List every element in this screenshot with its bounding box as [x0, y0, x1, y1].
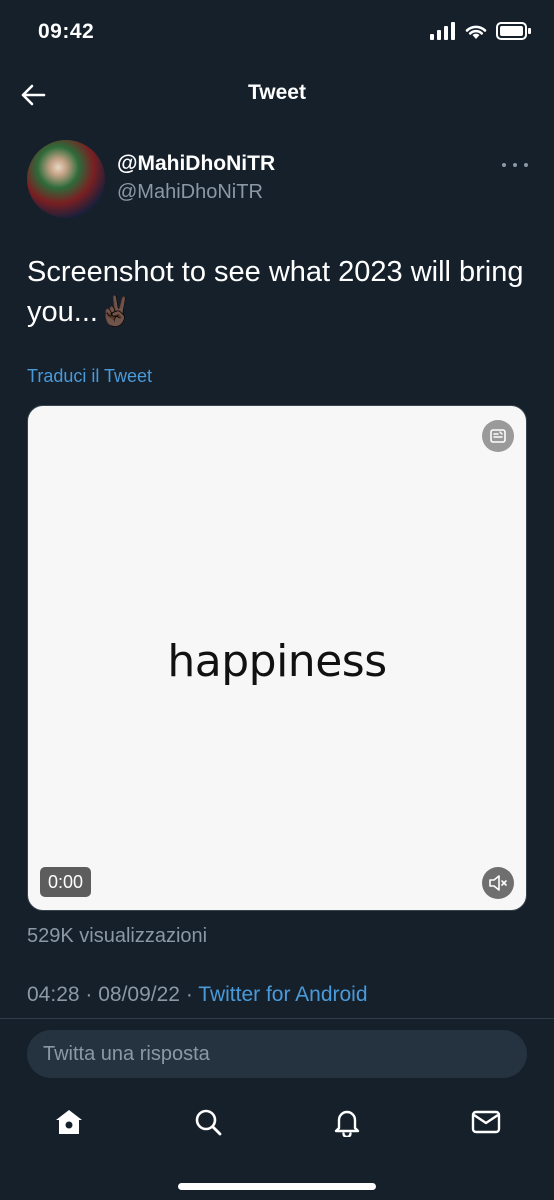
meta-separator: ·	[185, 983, 199, 1006]
translate-tweet-link[interactable]: Traduci il Tweet	[27, 366, 152, 387]
home-icon	[56, 1110, 82, 1134]
bell-icon	[334, 1110, 360, 1137]
author-handle[interactable]: @MahiDhoNiTR	[117, 181, 263, 204]
author-display-name[interactable]: @MahiDhoNiTR	[117, 152, 275, 176]
tab-home[interactable]	[47, 1100, 91, 1144]
video-frame-text: happiness	[167, 636, 387, 687]
divider	[0, 1018, 554, 1019]
gif-badge-icon	[490, 429, 506, 443]
status-icons	[430, 22, 532, 40]
tab-search[interactable]	[186, 1100, 230, 1144]
more-dot-icon	[502, 163, 506, 167]
status-time: 09:42	[38, 20, 95, 43]
tab-messages[interactable]	[464, 1100, 508, 1144]
meta-separator: ·	[85, 983, 99, 1006]
avatar[interactable]	[27, 140, 105, 218]
tweet-time: 04:28	[27, 983, 80, 1006]
reply-input[interactable]: Twitta una risposta	[27, 1030, 527, 1078]
tweet-meta: 04:28 · 08/09/22 · Twitter for Android	[27, 983, 368, 1007]
tab-notifications[interactable]	[325, 1100, 369, 1144]
view-count: 529K visualizzazioni	[27, 925, 208, 947]
tweet-source-link[interactable]: Twitter for Android	[198, 983, 367, 1006]
tweet-text: Screenshot to see what 2023 will bring y…	[27, 256, 524, 328]
video-timestamp: 0:00	[40, 867, 92, 897]
page-title: Tweet	[248, 81, 306, 104]
speaker-muted-icon	[489, 875, 507, 891]
more-dot-icon	[513, 163, 517, 167]
home-indicator	[178, 1183, 376, 1190]
more-options-button[interactable]	[502, 158, 528, 172]
tweet-video[interactable]: happiness 0:00	[27, 405, 527, 911]
media-badge	[482, 420, 514, 452]
search-icon	[195, 1109, 222, 1136]
mute-button[interactable]	[482, 867, 514, 899]
tweet-date: 08/09/22	[98, 983, 180, 1006]
mail-icon	[471, 1110, 501, 1134]
signal-icon	[430, 22, 455, 40]
battery-icon	[496, 22, 531, 40]
more-dot-icon	[524, 163, 528, 167]
wifi-icon	[465, 25, 487, 39]
